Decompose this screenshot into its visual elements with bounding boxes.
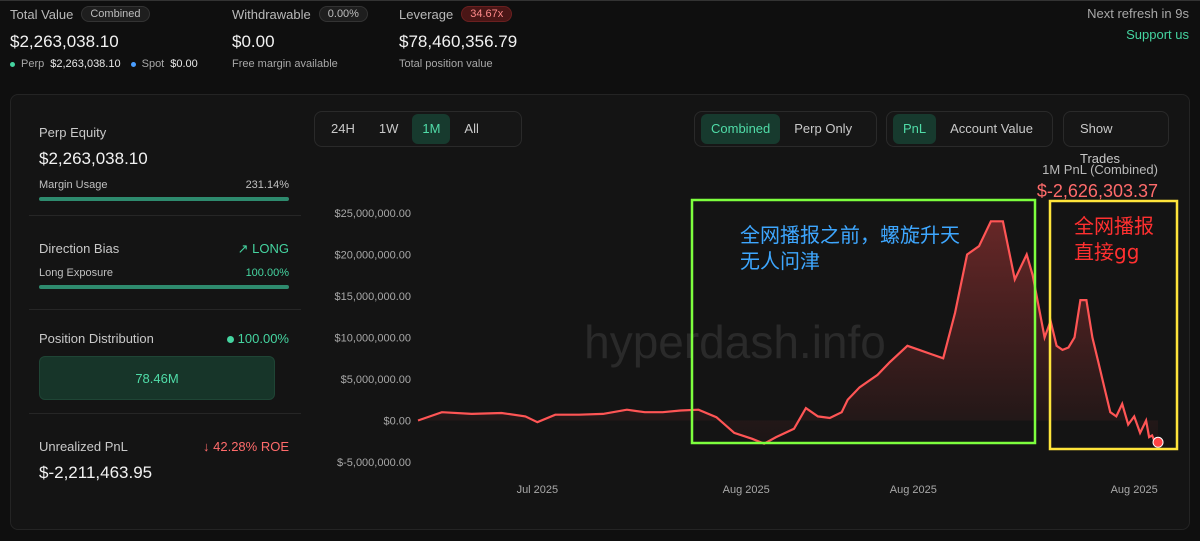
x-tick-label: Aug 2025 — [723, 484, 770, 496]
last-point-marker[interactable] — [1152, 436, 1164, 448]
y-tick-label: $0.00 — [383, 416, 411, 428]
chart-title: 1M PnL (Combined) — [1042, 162, 1158, 177]
y-tick-label: $15,000,000.00 — [335, 291, 411, 303]
annotation-blue-line2: 无人问津 — [740, 249, 820, 273]
chart-headline-value: $-2,626,303.37 — [1037, 181, 1158, 201]
y-tick-label: $-5,000,000.00 — [337, 457, 411, 469]
annotation-red-line1: 全网播报 — [1074, 214, 1154, 238]
pnl-chart: hyperdash.info 1M PnL (Combined) $-2,626… — [335, 162, 1179, 496]
annotation-red-line2: 直接gg — [1074, 240, 1140, 264]
y-tick-label: $20,000,000.00 — [335, 250, 411, 262]
annotation-blue: 全网播报之前，螺旋升天 无人问津 — [740, 222, 960, 274]
y-tick-label: $5,000,000.00 — [341, 374, 411, 386]
x-tick-label: Jul 2025 — [517, 484, 559, 496]
annotation-red: 全网播报 直接gg — [1074, 213, 1154, 265]
watermark: hyperdash.info — [584, 316, 886, 368]
y-tick-label: $25,000,000.00 — [335, 208, 411, 220]
x-tick-label: Aug 2025 — [890, 484, 937, 496]
x-tick-label: Aug 2025 — [1111, 484, 1158, 496]
annotation-blue-line1: 全网播报之前，螺旋升天 — [740, 223, 960, 247]
y-tick-label: $10,000,000.00 — [335, 333, 411, 345]
